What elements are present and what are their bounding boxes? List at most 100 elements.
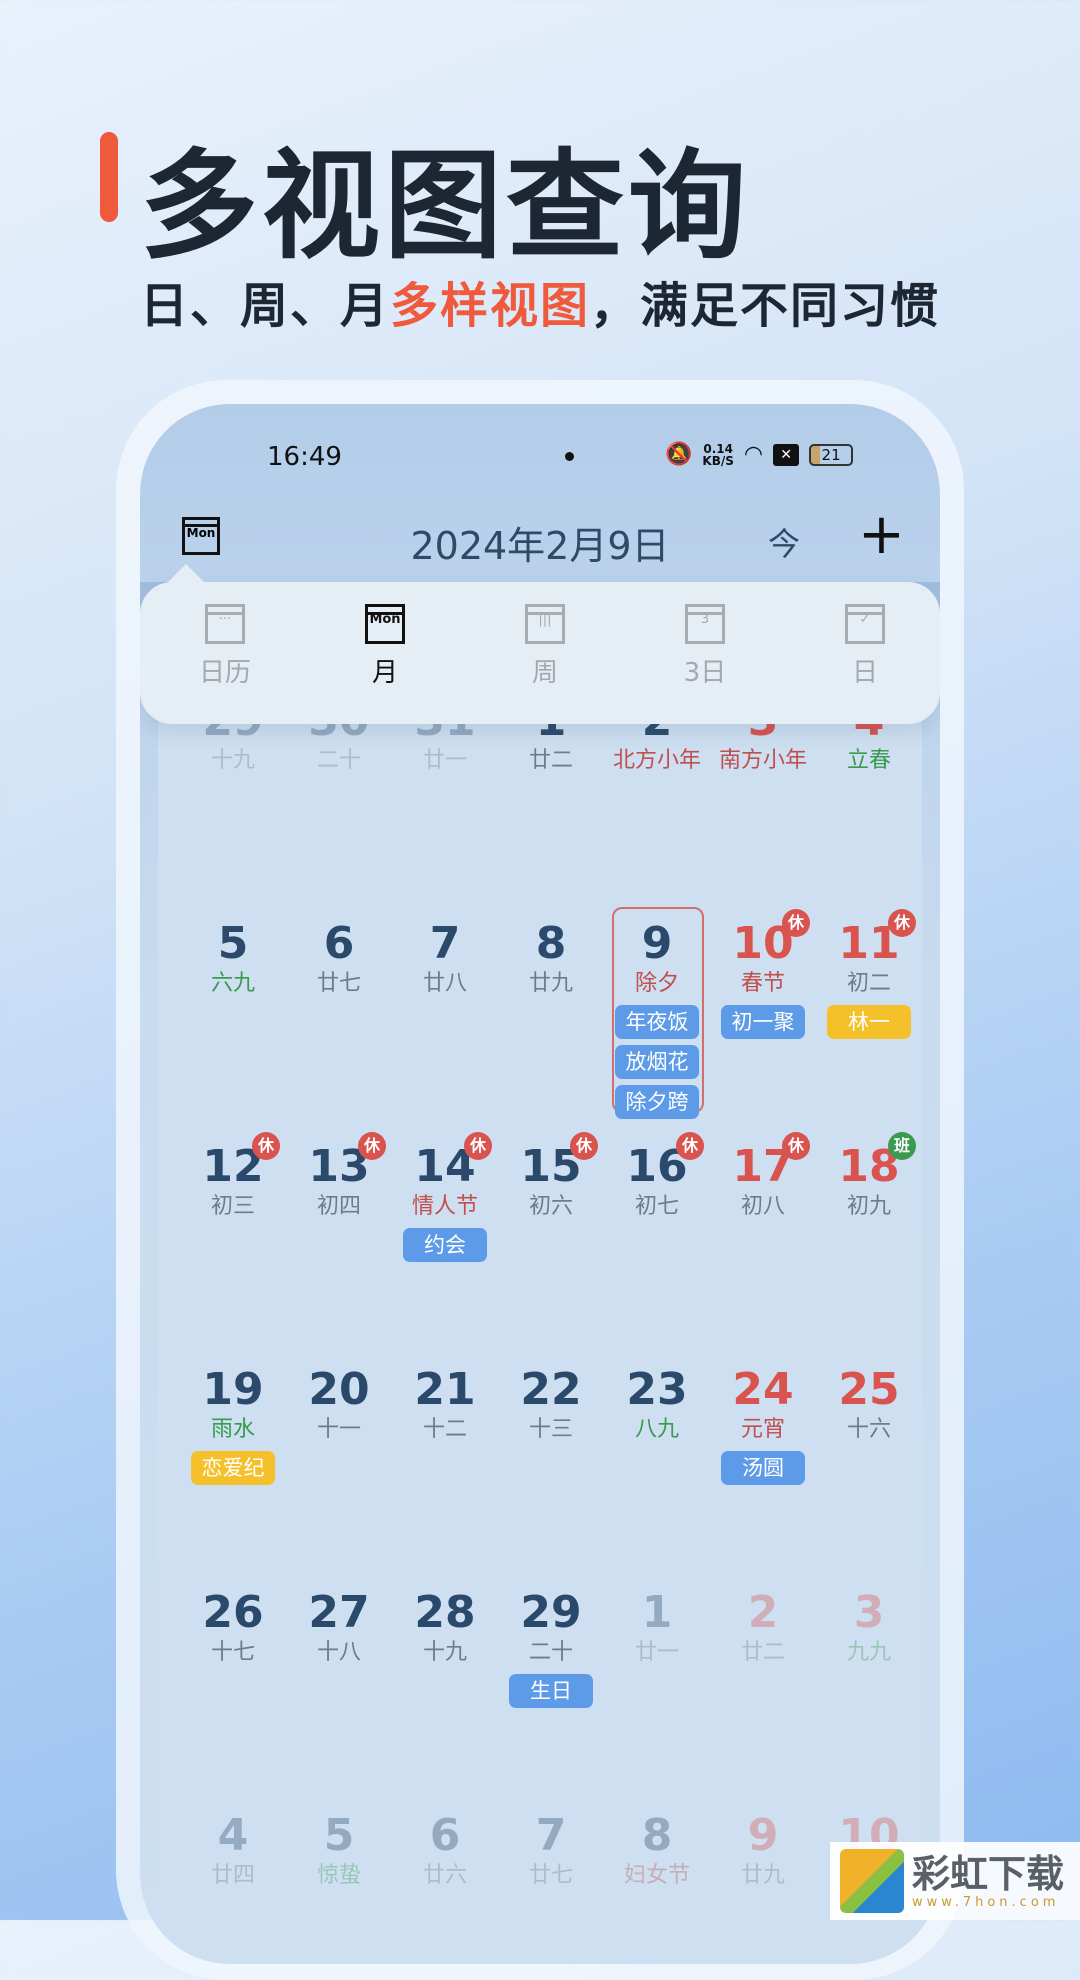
event-tag[interactable]: 约会 [403, 1228, 487, 1262]
holiday-badge: 休 [252, 1132, 280, 1160]
month-grid: 29十九30二十31廿一1廿二2北方小年3南方小年4立春5六九6廿七7廿八8廿九… [158, 584, 922, 1964]
view-option-3[interactable]: 3 3日 [650, 604, 760, 689]
day-cell[interactable]: 7 廿八 [392, 919, 498, 999]
holiday-badge: 休 [676, 1132, 704, 1160]
holiday-badge: 休 [570, 1132, 598, 1160]
day-number: 8 [535, 918, 567, 969]
event-tag[interactable]: 林一 [827, 1005, 911, 1039]
day-cell[interactable]: 25 十六 [816, 1365, 922, 1445]
lunar-label: 初八 [740, 1194, 785, 1219]
view-menu: ··· 日历 Mon 月 ||| 周 3 3日 ✓ 日 [140, 564, 940, 724]
day-number: 27 [308, 1587, 370, 1638]
status-bar: 16:49 🔕 0.14 KB/S ◠ ✕ 21 [140, 442, 940, 482]
day-cell[interactable]: 3 九九 [816, 1588, 922, 1668]
day-number: 5 [323, 1810, 355, 1861]
lunar-label: 十六 [846, 1417, 891, 1442]
day-cell[interactable]: 13 初四休 [286, 1132, 392, 1222]
day-number: 24 [732, 1364, 794, 1415]
day-cell[interactable]: 23 八九 [604, 1365, 710, 1445]
day-number: 6 [323, 918, 355, 969]
event-tag[interactable]: 生日 [509, 1674, 593, 1708]
lunar-label: 元宵 [740, 1417, 785, 1442]
day-cell[interactable]: 6 廿六 [392, 1811, 498, 1891]
watermark-url: www.7hon.com [912, 1894, 1060, 1910]
holiday-badge: 休 [358, 1132, 386, 1160]
day-cell[interactable]: 29 二十 生日 [498, 1588, 604, 1708]
view-option-4[interactable]: ✓ 日 [810, 604, 920, 689]
day-cell[interactable]: 1 廿一 [604, 1588, 710, 1668]
day-cell[interactable]: 12 初三休 [180, 1132, 286, 1222]
view-option-2[interactable]: ||| 周 [490, 604, 600, 689]
lunar-label: 十三 [528, 1417, 573, 1442]
day-cell[interactable]: 10 春节休初一聚 [710, 909, 816, 1039]
day-number: 3 [853, 1587, 885, 1638]
lunar-label: 六九 [210, 971, 255, 996]
lunar-label: 廿二 [528, 748, 573, 773]
day-cell[interactable]: 15 初六休 [498, 1132, 604, 1222]
day-calendar-icon: ✓ [845, 604, 885, 644]
day-cell[interactable]: 11 初二休林一 [816, 909, 922, 1039]
day-number: 2 [747, 1587, 779, 1638]
holiday-badge: 休 [782, 1132, 810, 1160]
lunar-label: 廿一 [422, 748, 467, 773]
lunar-label: 十二 [422, 1417, 467, 1442]
day-cell[interactable]: 9 除夕 年夜饭 放烟花 除夕跨 [604, 919, 710, 1119]
add-event-button[interactable]: + [858, 507, 905, 563]
day-number: 5 [217, 918, 249, 969]
month-calendar-icon: Mon [365, 604, 405, 644]
lunar-label: 廿九 [740, 1863, 785, 1888]
lunar-label: 廿八 [422, 971, 467, 996]
day-cell[interactable]: 19 雨水 恋爱纪 [180, 1365, 286, 1485]
day-number: 23 [626, 1364, 688, 1415]
event-tag[interactable]: 恋爱纪 [191, 1451, 275, 1485]
day-cell[interactable]: 9 廿九 [710, 1811, 816, 1891]
day-cell[interactable]: 20 十一 [286, 1365, 392, 1445]
holiday-badge: 休 [888, 909, 916, 937]
day-cell[interactable]: 5 六九 [180, 919, 286, 999]
day-cell[interactable]: 27 十八 [286, 1588, 392, 1668]
event-tag[interactable]: 汤圆 [721, 1451, 805, 1485]
day-cell[interactable]: 14 情人节休约会 [392, 1132, 498, 1262]
view-option-0[interactable]: ··· 日历 [170, 604, 280, 689]
lunar-label: 廿一 [634, 1640, 679, 1665]
lunar-label: 十九 [210, 748, 255, 773]
view-option-label: 月 [371, 658, 398, 688]
lunar-label: 廿六 [422, 1863, 467, 1888]
day-cell[interactable]: 28 十九 [392, 1588, 498, 1668]
day-cell[interactable]: 24 元宵汤圆 [710, 1365, 816, 1485]
view-option-1[interactable]: Mon 月 [330, 604, 440, 689]
day-cell[interactable]: 21 十二 [392, 1365, 498, 1445]
day-cell[interactable]: 17 初八休 [710, 1132, 816, 1222]
lunar-label: 惊蛰 [316, 1863, 361, 1888]
current-date[interactable]: 2024年2月9日 [140, 515, 940, 570]
lunar-label: 初四 [316, 1194, 361, 1219]
day-number: 19 [202, 1364, 264, 1415]
lunar-label: 十一 [316, 1417, 361, 1442]
day-cell[interactable]: 6 廿七 [286, 919, 392, 999]
event-tag[interactable]: 放烟花 [615, 1045, 699, 1079]
day-cell[interactable]: 18 初九班 [816, 1132, 922, 1222]
event-tag[interactable]: 除夕跨 [615, 1085, 699, 1119]
status-time: 16:49 [267, 442, 342, 472]
day-cell[interactable]: 22 十三 [498, 1365, 604, 1445]
event-tag[interactable]: 年夜饭 [615, 1005, 699, 1039]
day-cell[interactable]: 8 廿九 [498, 919, 604, 999]
lunar-label: 八九 [634, 1417, 679, 1442]
day-cell[interactable]: 4 廿四 [180, 1811, 286, 1891]
day-cell[interactable]: 2 廿二 [710, 1588, 816, 1668]
today-button[interactable]: 今 [768, 519, 800, 565]
day-cell[interactable]: 8 妇女节 [604, 1811, 710, 1891]
watermark: 彩虹下载 www.7hon.com [830, 1842, 1080, 1920]
view-option-label: 日历 [198, 658, 251, 688]
day-cell[interactable]: 26 十七 [180, 1588, 286, 1668]
calendar-header: Mon 2024年2月9日 今 + [140, 507, 940, 570]
lunar-label: 初七 [634, 1194, 679, 1219]
day-cell[interactable]: 5 惊蛰 [286, 1811, 392, 1891]
day-cell[interactable]: 16 初七休 [604, 1132, 710, 1222]
day-cell[interactable]: 7 廿七 [498, 1811, 604, 1891]
event-tag[interactable]: 初一聚 [721, 1005, 805, 1039]
subtitle-text-end: ，满足不同习惯 [590, 278, 941, 334]
holiday-badge: 休 [782, 909, 810, 937]
lunar-label: 十八 [316, 1640, 361, 1665]
wifi-icon: ◠ [743, 442, 764, 467]
